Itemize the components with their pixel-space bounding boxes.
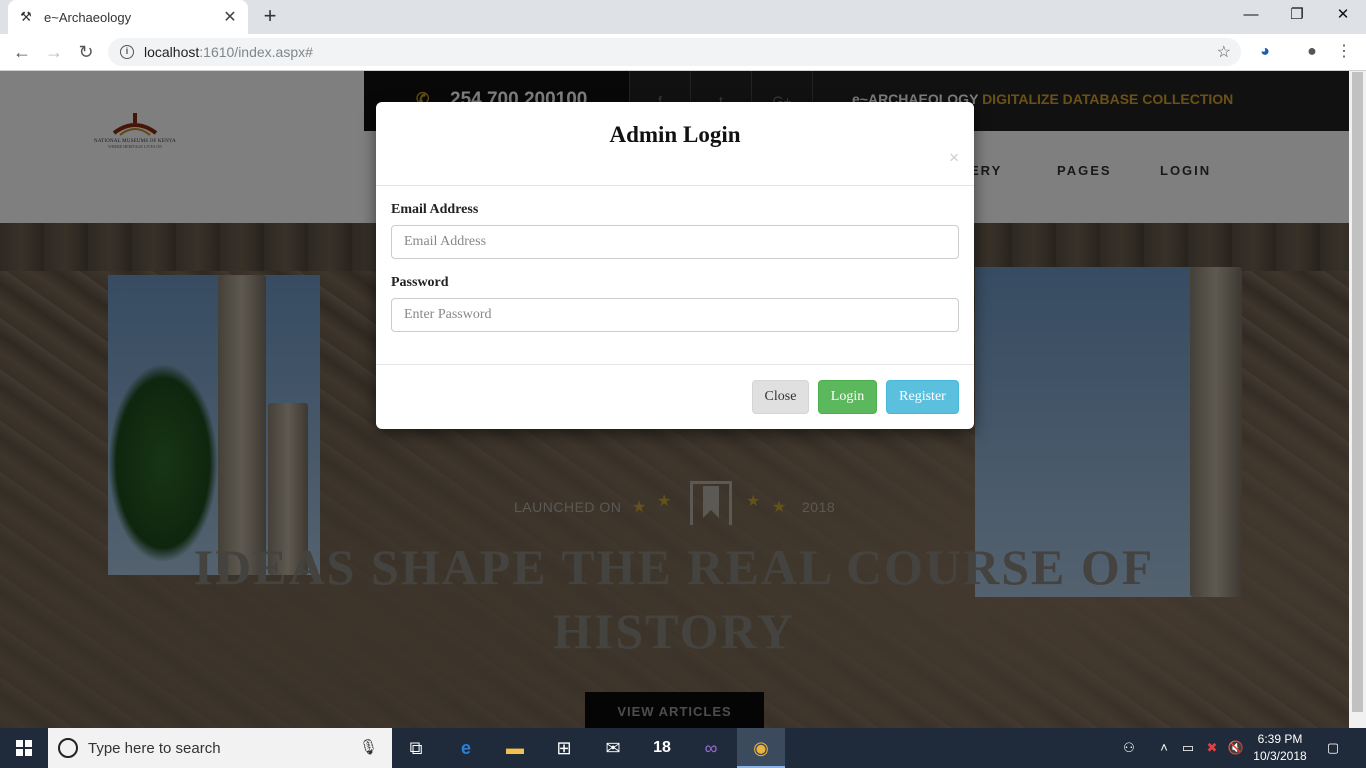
admin-login-modal: Admin Login × Email Address Password Clo…: [376, 102, 974, 429]
windows-taskbar: Type here to search 🎙 ⧉ e ▬ ⊞ ✉ 18 ∞ ◉ ⚇…: [0, 728, 1366, 768]
scrollbar-thumb[interactable]: [1352, 72, 1363, 712]
clock-time: 6:39 PM: [1257, 732, 1303, 746]
modal-body: Email Address Password: [391, 202, 959, 332]
profile-icon[interactable]: ●: [1302, 42, 1322, 62]
modal-header: Admin Login ×: [376, 102, 974, 186]
visual-studio-icon[interactable]: ∞: [687, 728, 735, 768]
new-tab-button[interactable]: +: [258, 4, 282, 28]
menu-kebab-icon[interactable]: ⋮: [1334, 42, 1354, 62]
email-label: Email Address: [391, 202, 479, 217]
url-path: :1610/index.aspx#: [199, 44, 313, 60]
people-icon[interactable]: ⚇: [1118, 728, 1140, 768]
start-button[interactable]: [0, 728, 48, 768]
reload-icon[interactable]: ↻: [72, 38, 100, 66]
clock-date: 10/3/2018: [1253, 749, 1307, 763]
tray-chevron-up-icon[interactable]: ˄: [1154, 728, 1174, 768]
chrome-icon[interactable]: ◉: [737, 728, 785, 768]
store-icon[interactable]: ⊞: [540, 728, 588, 768]
login-button[interactable]: Login: [818, 380, 877, 414]
cortana-icon: [58, 738, 78, 758]
back-arrow-icon[interactable]: ←: [8, 38, 36, 66]
network-icon[interactable]: ✖: [1202, 728, 1222, 768]
site-favicon-icon: ⚒: [20, 9, 32, 24]
task-view-icon[interactable]: ⧉: [392, 728, 440, 768]
modal-footer: Close Login Register: [376, 364, 974, 429]
page-viewport: NATIONAL MUSEUMS OF KENYA WHERE HERITAGE…: [0, 71, 1349, 728]
email-field[interactable]: [391, 225, 959, 259]
address-bar[interactable]: i localhost:1610/index.aspx# ☆: [108, 38, 1241, 66]
mail-icon[interactable]: ✉: [589, 728, 637, 768]
browser-tabbar: ⚒ e~Archaeology ✕ + — ❐ ✕: [0, 0, 1366, 34]
battery-icon[interactable]: ▭: [1178, 728, 1198, 768]
close-button[interactable]: Close: [752, 380, 809, 414]
bookmark-star-icon[interactable]: ☆: [1217, 42, 1231, 62]
register-button[interactable]: Register: [886, 380, 959, 414]
system-clock[interactable]: 6:39 PM 10/3/2018: [1243, 731, 1317, 765]
search-placeholder: Type here to search: [88, 739, 221, 757]
file-explorer-icon[interactable]: ▬: [491, 728, 539, 768]
microphone-icon[interactable]: 🎙: [359, 738, 378, 756]
modal-close-icon[interactable]: ×: [949, 148, 959, 168]
calendar-app-icon[interactable]: 18: [638, 728, 686, 768]
browser-tab[interactable]: ⚒ e~Archaeology ✕: [8, 0, 248, 34]
edge-icon[interactable]: e: [442, 728, 490, 768]
password-field[interactable]: [391, 298, 959, 332]
windows-logo-icon: [16, 740, 32, 756]
window-close-button[interactable]: ✕: [1320, 0, 1366, 30]
url-host: localhost: [144, 44, 200, 60]
taskbar-search[interactable]: Type here to search 🎙: [48, 728, 392, 768]
minimize-button[interactable]: —: [1228, 0, 1274, 30]
maximize-button[interactable]: ❐: [1274, 0, 1320, 30]
modal-title: Admin Login: [609, 122, 741, 147]
site-info-icon[interactable]: i: [120, 45, 134, 59]
tab-title: e~Archaeology: [44, 9, 132, 25]
password-label: Password: [391, 275, 449, 290]
forward-arrow-icon[interactable]: →: [40, 38, 68, 66]
extension-icon[interactable]: ◕: [1255, 42, 1275, 62]
tab-close-icon[interactable]: ✕: [222, 7, 238, 27]
notifications-icon[interactable]: ▢: [1322, 728, 1344, 768]
browser-toolbar: ← → ↻ i localhost:1610/index.aspx# ☆ ◕ ●…: [0, 34, 1366, 71]
